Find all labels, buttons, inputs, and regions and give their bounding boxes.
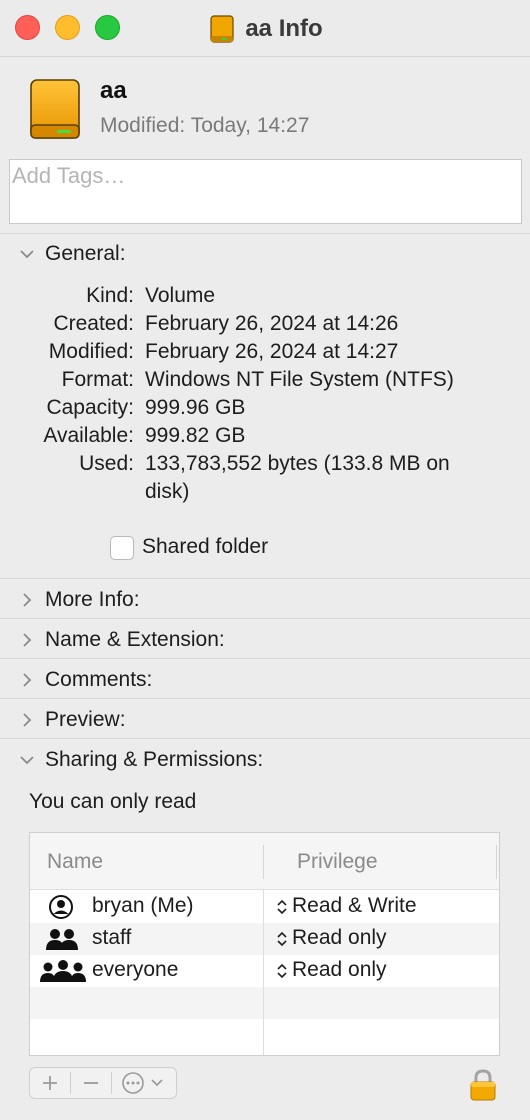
- column-divider: [263, 890, 264, 1055]
- modified-value: Today, 14:27: [190, 114, 310, 137]
- plus-icon: [43, 1076, 57, 1090]
- action-menu-icon: [122, 1072, 163, 1094]
- chevron-right-icon[interactable]: [19, 632, 35, 648]
- chevron-right-icon[interactable]: [19, 672, 35, 688]
- column-separator[interactable]: [496, 845, 497, 879]
- info-key: Used:: [79, 452, 134, 475]
- title-bar[interactable]: aa Info: [0, 0, 530, 57]
- chevron-right-icon[interactable]: [19, 712, 35, 728]
- divider: [0, 738, 530, 739]
- section-more-info[interactable]: More Info:: [0, 584, 530, 616]
- user-name: bryan (Me): [92, 894, 194, 917]
- remove-user-button[interactable]: [71, 1068, 111, 1098]
- info-header: aa Modified: Today, 14:27: [0, 57, 530, 157]
- column-separator[interactable]: [263, 845, 264, 879]
- user-circle-icon: [49, 895, 73, 919]
- section-title: Comments:: [45, 668, 153, 691]
- column-privilege[interactable]: Privilege: [297, 850, 378, 874]
- column-name[interactable]: Name: [47, 850, 103, 874]
- table-row[interactable]: bryan (Me) Read & Write: [30, 891, 499, 923]
- info-key: Format:: [61, 368, 134, 391]
- section-title: Sharing & Permissions:: [45, 748, 264, 771]
- table-row[interactable]: staff Read only: [30, 923, 499, 955]
- table-row[interactable]: everyone Read only: [30, 955, 499, 987]
- shared-folder-label: Shared folder: [142, 535, 269, 558]
- table-header: Name Privilege: [30, 833, 499, 890]
- info-key: Available:: [43, 424, 134, 447]
- chevron-down-icon[interactable]: [19, 246, 35, 262]
- info-value: Windows NT File System (NTFS): [145, 368, 454, 391]
- group-icon: [46, 929, 78, 950]
- table-row-empty: [30, 987, 499, 1019]
- stepper-icon[interactable]: [277, 963, 287, 979]
- shared-folder-checkbox[interactable]: [110, 536, 134, 560]
- divider: [0, 618, 530, 619]
- info-value: 999.82 GB: [145, 424, 246, 447]
- section-general[interactable]: General:: [0, 238, 530, 270]
- lock-icon[interactable]: [468, 1068, 498, 1102]
- item-modified: Modified: Today, 14:27: [100, 114, 309, 138]
- permissions-note: You can only read: [29, 790, 197, 813]
- privilege-popup[interactable]: Read only: [292, 958, 387, 982]
- info-value: 133,783,552 bytes (133.8 MB on disk): [145, 452, 450, 503]
- info-key: Created:: [53, 312, 134, 335]
- chevron-right-icon[interactable]: [19, 592, 35, 608]
- privilege-popup[interactable]: Read only: [292, 926, 387, 950]
- stepper-icon[interactable]: [277, 899, 287, 915]
- section-name-extension[interactable]: Name & Extension:: [0, 624, 530, 656]
- window-title: aa Info: [0, 0, 530, 57]
- privilege-popup[interactable]: Read & Write: [292, 894, 417, 918]
- section-general-title: General:: [45, 242, 126, 265]
- divider: [0, 578, 530, 579]
- chevron-down-icon[interactable]: [19, 752, 35, 768]
- section-comments[interactable]: Comments:: [0, 664, 530, 696]
- section-title: Preview:: [45, 708, 126, 731]
- add-user-button[interactable]: [30, 1068, 70, 1098]
- volume-icon: [30, 79, 80, 139]
- minus-icon: [84, 1082, 98, 1084]
- section-title: Name & Extension:: [45, 628, 225, 651]
- info-value: Volume: [145, 284, 216, 307]
- info-value: February 26, 2024 at 14:27: [145, 340, 399, 363]
- divider: [0, 698, 530, 699]
- drive-icon: [210, 14, 234, 43]
- info-key: Capacity:: [46, 396, 134, 419]
- info-value: February 26, 2024 at 14:26: [145, 312, 399, 335]
- info-key: Modified:: [48, 340, 134, 363]
- table-row-empty: [30, 1019, 499, 1051]
- permissions-table: Name Privilege bryan (Me) Read & Write s…: [29, 832, 500, 1056]
- window-title-text: aa Info: [245, 14, 323, 42]
- everyone-icon: [40, 960, 86, 982]
- info-window: aa Info aa Modified: Today, 14:27 Add Ta…: [0, 0, 530, 1120]
- divider: [0, 233, 530, 234]
- user-name: staff: [92, 926, 132, 949]
- modified-label: Modified:: [100, 114, 186, 137]
- section-sharing[interactable]: Sharing & Permissions:: [0, 744, 530, 776]
- permissions-toolbar: [29, 1067, 177, 1099]
- action-menu-button[interactable]: [112, 1068, 176, 1098]
- user-name: everyone: [92, 958, 179, 981]
- info-key: Kind:: [86, 284, 134, 307]
- info-value: 999.96 GB: [145, 396, 246, 419]
- stepper-icon[interactable]: [277, 931, 287, 947]
- section-title: More Info:: [45, 588, 140, 611]
- divider: [0, 658, 530, 659]
- section-preview[interactable]: Preview:: [0, 704, 530, 736]
- item-name: aa: [100, 77, 127, 104]
- tags-field[interactable]: Add Tags…: [9, 159, 522, 224]
